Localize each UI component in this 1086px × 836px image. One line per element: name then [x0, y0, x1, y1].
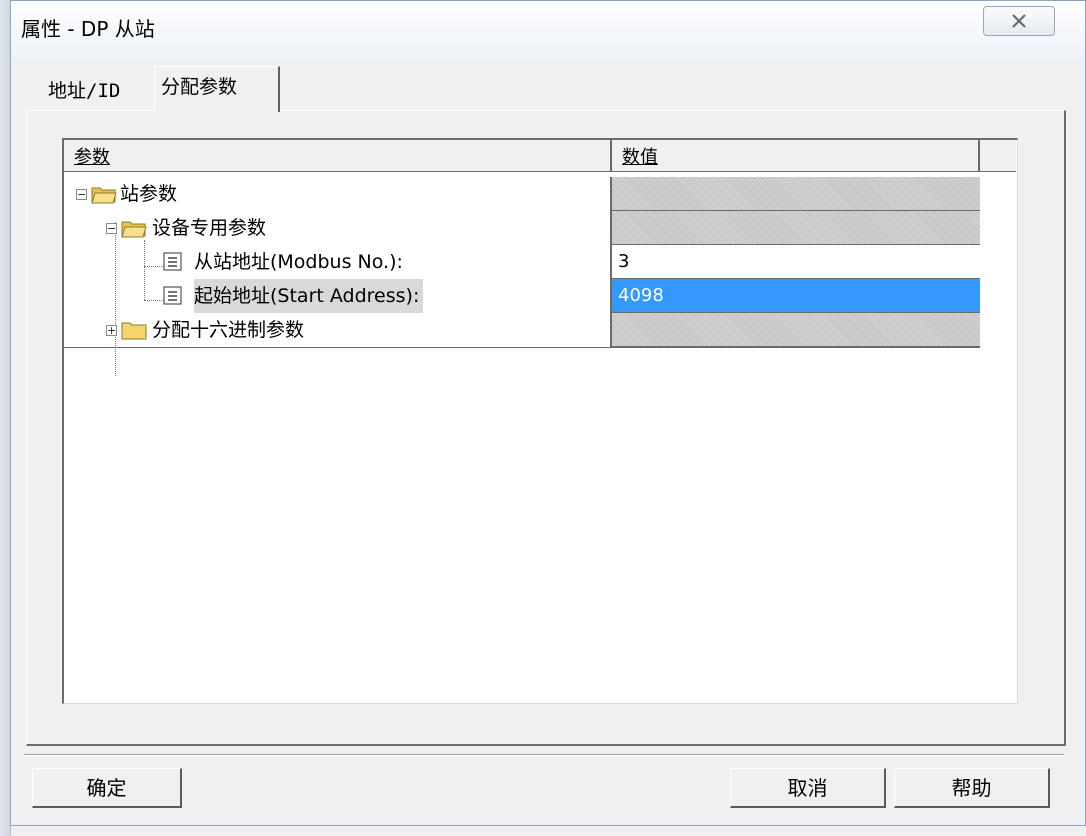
- row-name-cell: − 站参数: [64, 177, 612, 211]
- parameter-grid[interactable]: 参数 数值 − 站参数 − 设备专用参数 从站地址(Modbus No.): 3…: [62, 138, 1018, 704]
- row-name-cell: 起始地址(Start Address):: [64, 279, 612, 313]
- collapse-icon[interactable]: −: [76, 189, 87, 200]
- row-name-cell: 从站地址(Modbus No.):: [64, 245, 612, 279]
- window-title: 属性 - DP 从站: [21, 17, 155, 41]
- row-value-cell: [612, 211, 980, 245]
- parameter-document-icon: [163, 252, 182, 271]
- grid-row-device-params[interactable]: − 设备专用参数: [64, 211, 980, 245]
- column-header-parameter[interactable]: 参数: [64, 140, 612, 172]
- row-name-cell: + 分配十六进制参数: [64, 313, 612, 347]
- open-folder-icon: [121, 221, 147, 238]
- grid-row-start-address[interactable]: 起始地址(Start Address): 4098: [64, 279, 980, 313]
- column-header-value[interactable]: 数值: [612, 140, 980, 172]
- row-label: 分配十六进制参数: [152, 319, 305, 341]
- grid-last-row-border: [64, 347, 980, 348]
- closed-folder-icon: [121, 322, 147, 340]
- row-value-cell[interactable]: 3: [612, 245, 980, 279]
- row-label: 起始地址(Start Address):: [194, 279, 424, 313]
- button-separator: [24, 754, 1064, 756]
- title-bar[interactable]: 属性 - DP 从站: [11, 1, 1085, 61]
- tab-address-id[interactable]: 地址/ID: [42, 72, 152, 110]
- grid-header: 参数 数值: [64, 140, 1016, 172]
- row-value-cell: [612, 313, 980, 347]
- help-button[interactable]: 帮助: [894, 768, 1050, 808]
- ok-button[interactable]: 确定: [32, 768, 182, 808]
- grid-row-station-params[interactable]: − 站参数: [64, 177, 980, 211]
- parameter-document-icon: [163, 286, 182, 305]
- row-name-cell: − 设备专用参数: [64, 211, 612, 245]
- tab-parameter-assignment[interactable]: 分配参数: [154, 66, 280, 112]
- close-button[interactable]: [983, 6, 1055, 36]
- grid-row-hex-params[interactable]: + 分配十六进制参数: [64, 313, 980, 347]
- expand-icon[interactable]: +: [106, 325, 117, 336]
- open-folder-icon: [91, 187, 117, 204]
- grid-row-slave-address[interactable]: 从站地址(Modbus No.): 3: [64, 245, 980, 279]
- row-label: 站参数: [120, 183, 178, 205]
- row-value-cell: [612, 177, 980, 211]
- tab-strip: 地址/ID 分配参数: [24, 66, 1064, 112]
- close-icon: [1012, 14, 1026, 28]
- row-label: 从站地址(Modbus No.):: [194, 251, 403, 273]
- collapse-icon[interactable]: −: [106, 223, 117, 234]
- cancel-button[interactable]: 取消: [730, 768, 886, 808]
- row-value-cell[interactable]: 4098: [612, 279, 980, 313]
- column-header-filler: [980, 140, 1016, 172]
- row-label: 设备专用参数: [152, 217, 267, 239]
- screen: 属性 - DP 从站 地址/ID 分配参数 参数 数值 − 站参数 − 设备专用…: [0, 0, 1086, 836]
